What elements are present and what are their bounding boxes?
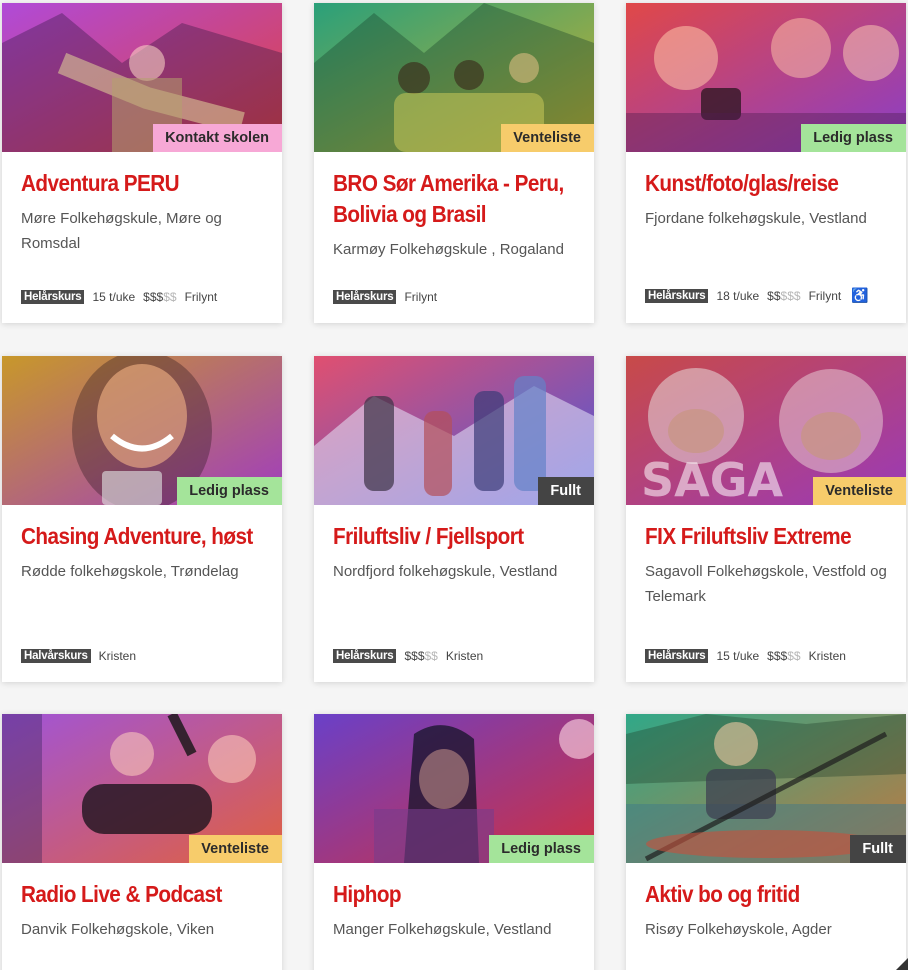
course-type-badge: Halvårskurs [21,649,91,663]
course-image: Venteliste [314,3,594,152]
course-meta: Helårskurs $$$$$ Kristen [333,649,483,663]
course-title[interactable]: BRO Sør Amerika - Peru, Bolivia og Brasi… [333,168,575,230]
hours-per-week: 15 t/uke [92,290,136,304]
school-name: Nordfjord folkehøgskule, Vestland [333,563,558,580]
course-meta: Helårskurs 15 t/uke $$$$$ Kristen [645,649,846,663]
course-title[interactable]: Aktiv bo og fritid [645,879,887,910]
course-title[interactable]: Adventura PERU [21,168,263,199]
availability-badge: Ledig plass [801,124,906,152]
course-title[interactable]: Friluftsliv / Fjellsport [333,521,575,552]
price-level: $$$$$ [767,649,801,663]
course-title[interactable]: Kunst/foto/glas/reise [645,168,887,199]
course-image: SAGA Venteliste [626,356,906,505]
course-image: Fullt [626,714,906,863]
price-level: $$$$$ [767,288,801,303]
course-type-badge: Helårskurs [333,290,397,304]
price-level: $$$$$ [404,649,438,663]
course-image: Fullt [314,356,594,505]
course-meta: Helårskurs Frilynt [333,290,437,304]
course-image: Ledig plass [626,3,906,152]
availability-badge: Kontakt skolen [153,124,282,152]
school-profile: Kristen [445,649,484,663]
school-name: Danvik Folkehøgskole, Viken [21,921,215,938]
availability-badge: Ledig plass [489,835,594,863]
course-title[interactable]: FIX Friluftsliv Extreme [645,521,887,552]
availability-badge: Fullt [538,477,594,505]
course-card[interactable]: SAGA Venteliste FIX Friluftsliv Extreme Sag… [626,356,906,682]
course-card[interactable]: Ledig plass Hiphop Manger Folkehøgskule, V… [314,714,594,970]
course-title[interactable]: Radio Live & Podcast [21,879,263,910]
svg-text:SAGA: SAGA [641,453,783,505]
school-profile: Frilynt [184,290,218,304]
school-name: Risøy Folkehøyskole, Agder [645,921,832,938]
availability-badge: Venteliste [189,835,282,863]
course-type-badge: Helårskurs [645,649,709,663]
course-card[interactable]: Venteliste Radio Live & Podcast Danvik Fol… [2,714,282,970]
availability-badge: Ledig plass [177,477,282,505]
wheelchair-icon: ♿ [851,287,869,303]
school-profile: Kristen [808,649,846,663]
hours-per-week: 18 t/uke [716,288,760,303]
course-meta: Helårskurs 15 t/uke $$$$$ Frilynt [21,290,217,304]
course-card[interactable]: Venteliste BRO Sør Amerika - Peru, Bolivi… [314,3,594,323]
school-profile: Frilynt [808,288,842,303]
course-card[interactable]: Fullt Aktiv bo og fritid Risøy Folkehøysko… [626,714,906,970]
availability-badge: Venteliste [813,477,906,505]
course-card[interactable]: Kontakt skolen Adventura PERU Møre Folkehø… [2,3,282,323]
course-type-badge: Helårskurs [333,649,397,663]
course-image: Venteliste [2,714,282,863]
course-image: Kontakt skolen [2,3,282,152]
course-image: Ledig plass [2,356,282,505]
school-profile: Kristen [98,649,137,663]
course-card[interactable]: Ledig plass Chasing Adventure, høst Rødde … [2,356,282,682]
course-type-badge: Helårskurs [21,290,85,304]
course-image: Ledig plass [314,714,594,863]
resize-corner-icon[interactable] [896,958,908,970]
course-title[interactable]: Hiphop [333,879,575,910]
course-card[interactable]: Ledig plass Kunst/foto/glas/reise Fjordane… [626,3,906,323]
course-meta: Helårskurs 18 t/uke $$$$$ Frilynt ♿ [645,287,869,304]
school-name: Karmøy Folkehøgskule , Rogaland [333,241,564,258]
price-level: $$$$$ [143,290,177,304]
school-profile: Frilynt [404,290,438,304]
school-name: Rødde folkehøgskole, Trøndelag [21,563,239,580]
school-name: Manger Folkehøgskule, Vestland [333,921,552,938]
course-title[interactable]: Chasing Adventure, høst [21,521,263,552]
school-name: Sagavoll Folkehøgskole, Vestfold og Tele… [645,563,887,605]
school-name: Møre Folkehøgskule, Møre og Romsdal [21,210,222,252]
hours-per-week: 15 t/uke [716,649,760,663]
availability-badge: Fullt [850,835,906,863]
course-meta: Halvårskurs Kristen [21,649,136,663]
course-card[interactable]: Fullt Friluftsliv / Fjellsport Nordfjord f… [314,356,594,682]
school-name: Fjordane folkehøgskule, Vestland [645,210,867,227]
course-type-badge: Helårskurs [645,288,709,303]
availability-badge: Venteliste [501,124,594,152]
